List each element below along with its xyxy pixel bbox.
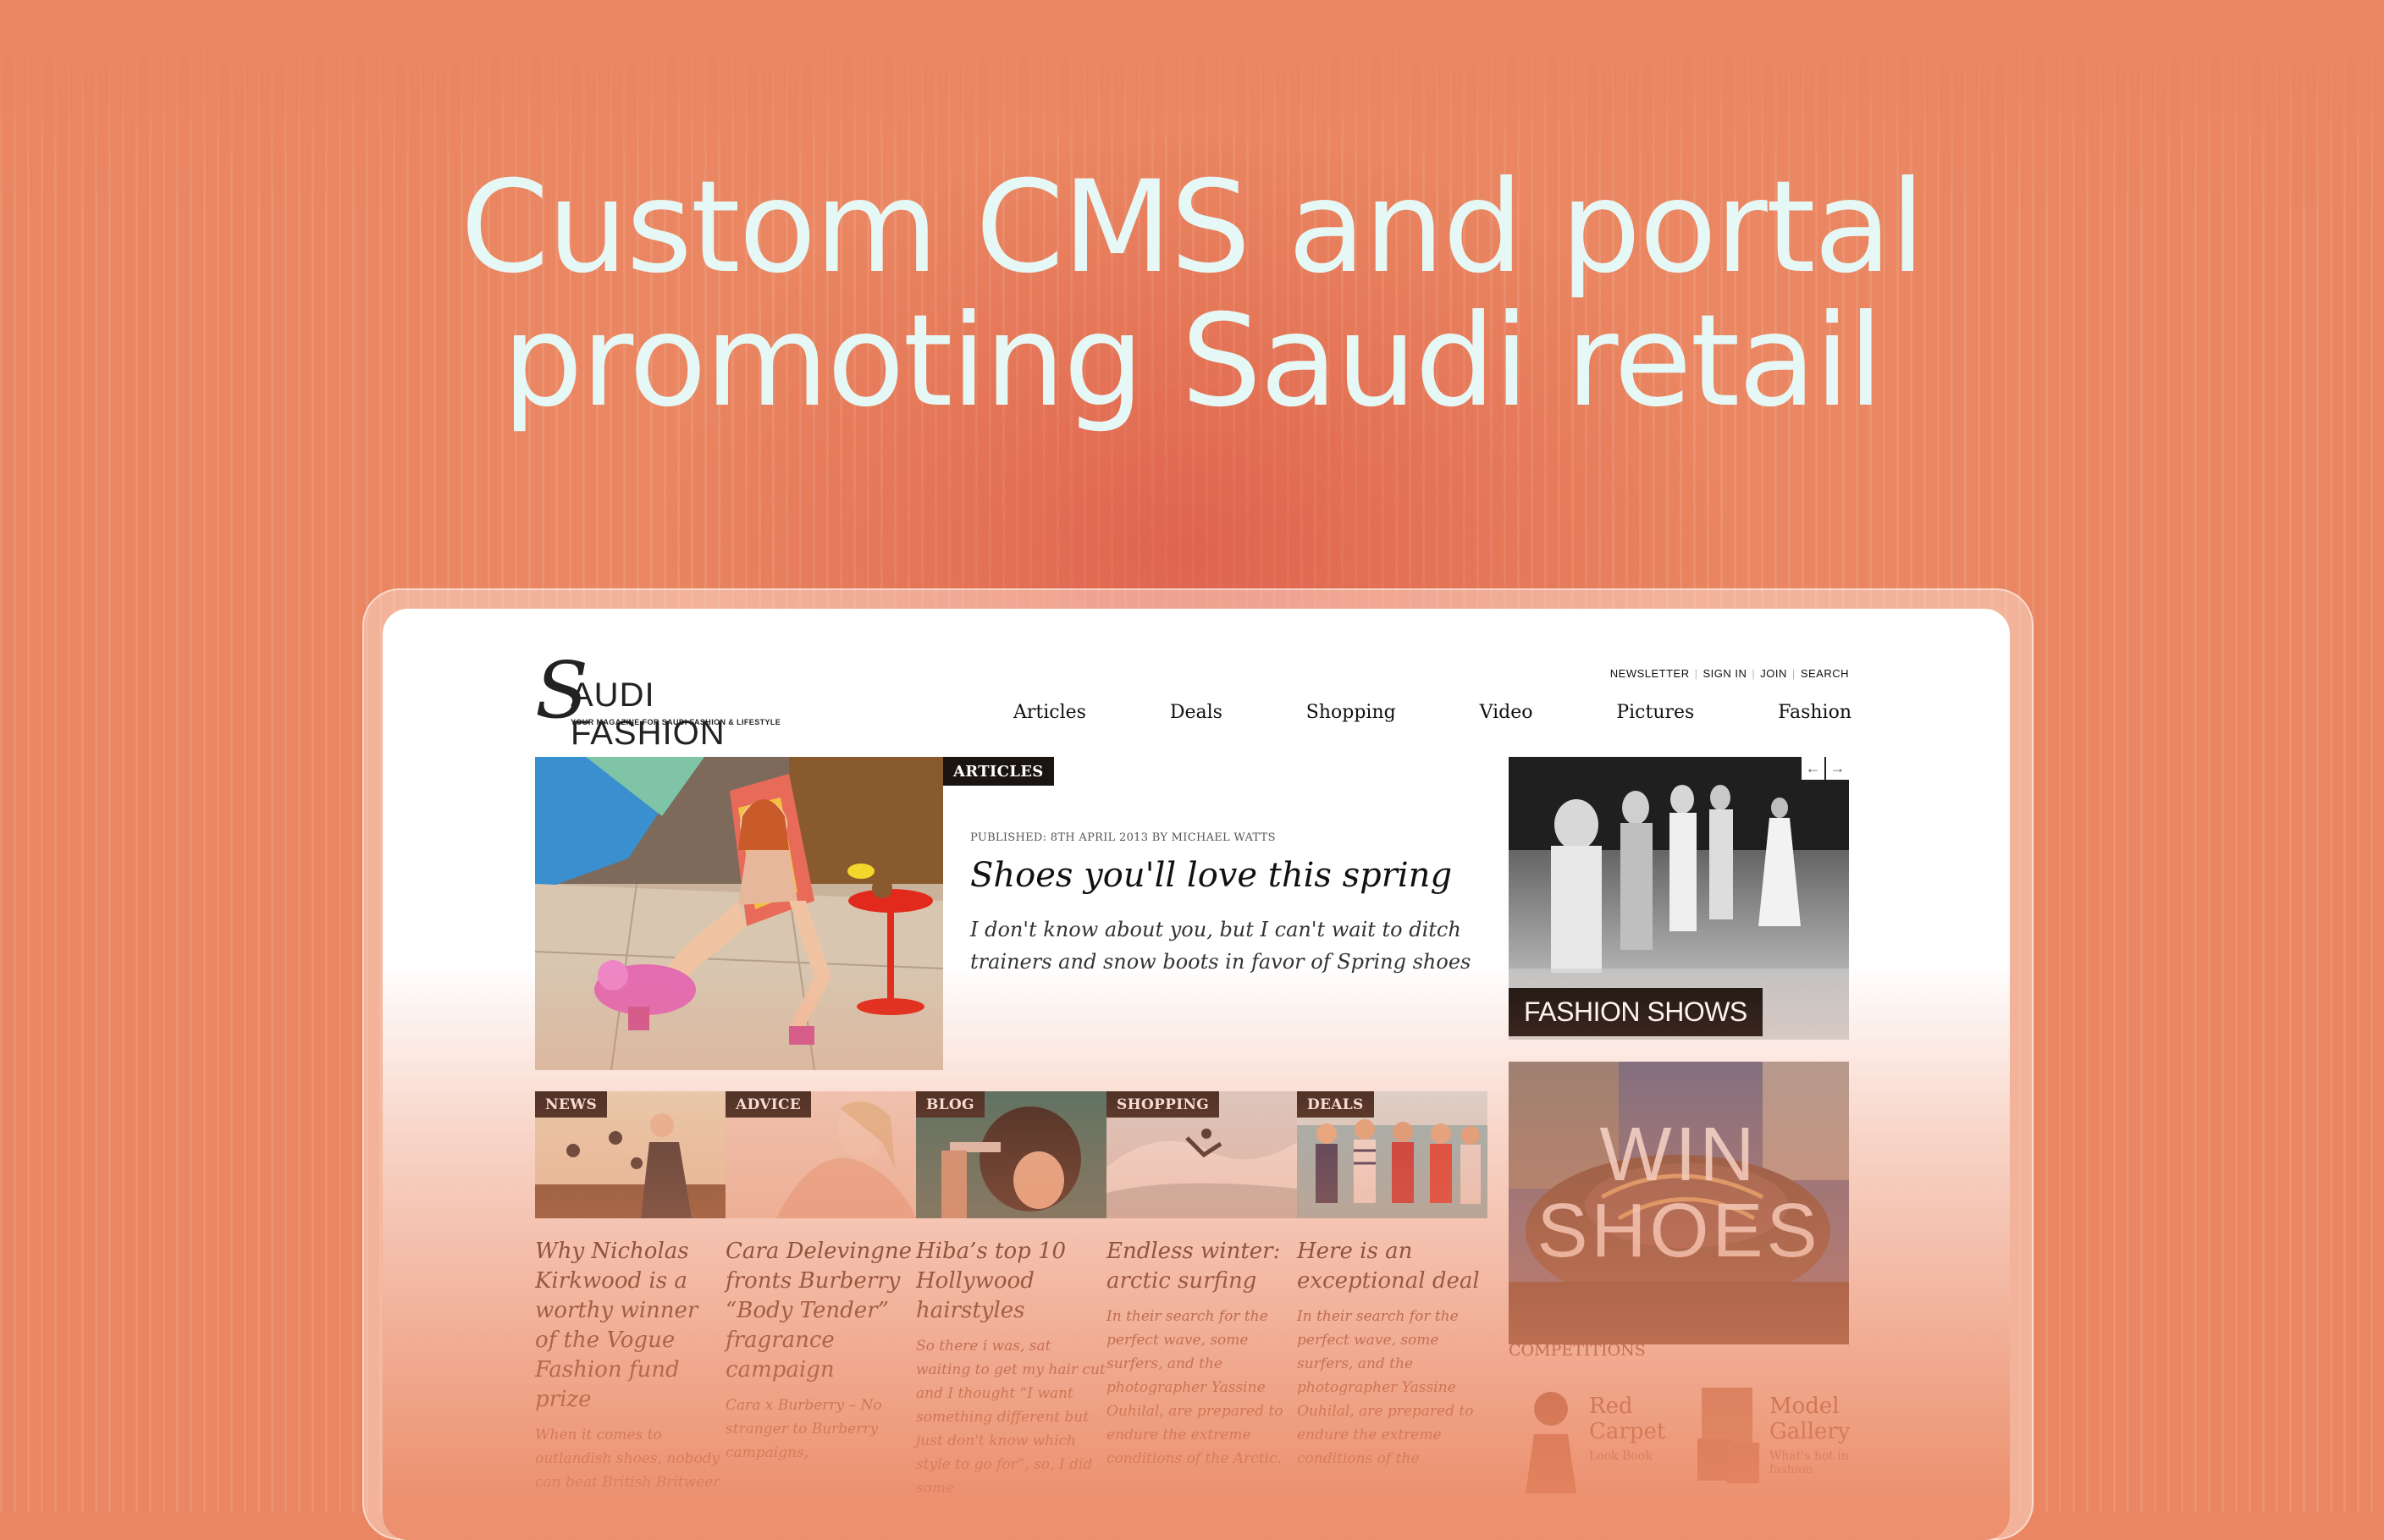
main-nav: Articles Deals Shopping Video Pictures F…	[1013, 702, 1851, 723]
red-carpet-title-line-2: Carpet	[1589, 1419, 1666, 1444]
join-link[interactable]: JOIN	[1760, 667, 1787, 680]
top-links: NEWSLETTER | SIGN IN | JOIN | SEARCH	[1610, 667, 1849, 680]
site-logo[interactable]: S AUDI FASHION YOUR MAGAZINE FOR SAUDI F…	[535, 652, 814, 753]
shopping-card[interactable]: SHOPPING Endless winter: arctic surfing …	[1106, 1091, 1297, 1471]
news-tag[interactable]: NEWS	[535, 1091, 608, 1118]
red-carpet-thumbnail	[1526, 1392, 1576, 1493]
hero-image[interactable]	[535, 757, 943, 1070]
blog-card-image: BLOG	[916, 1091, 1106, 1218]
headline-line-2: promoting Saudi retail	[502, 288, 1883, 435]
model-gallery-title-line-2: Gallery	[1769, 1419, 1851, 1444]
hero-title[interactable]: Shoes you'll love this spring	[970, 856, 1452, 895]
hero-published: PUBLISHED: 8TH APRIL 2013 BY MICHAEL WAT…	[970, 831, 1276, 844]
logo-tagline: YOUR MAGAZINE FOR SAUDI FASHION & LIFEST…	[571, 718, 781, 726]
model-gallery-thumbnail	[1697, 1388, 1759, 1483]
model-gallery-title: Model Gallery	[1769, 1394, 1850, 1444]
arrow-right-icon[interactable]: →	[1826, 757, 1849, 780]
win-line-2: SHOES	[1537, 1189, 1821, 1273]
shopping-card-title[interactable]: Endless winter: arctic surfing	[1106, 1237, 1297, 1296]
carousel-arrows: ← →	[1800, 757, 1849, 780]
deals-tag[interactable]: DEALS	[1297, 1091, 1374, 1118]
deals-card-image: DEALS	[1297, 1091, 1487, 1218]
logo-text: AUDI FASHION	[571, 676, 726, 752]
advice-card-image: ADVICE	[726, 1091, 916, 1218]
hero-photo-illustration	[535, 757, 943, 1070]
fashion-shows-panel[interactable]: ← → FASHION SHOWS	[1509, 757, 1849, 1040]
nav-item-video[interactable]: Video	[1480, 702, 1533, 723]
win-line-1: WIN	[1599, 1112, 1758, 1197]
nav-item-pictures[interactable]: Pictures	[1616, 702, 1694, 723]
nav-item-fashion[interactable]: Fashion	[1778, 702, 1851, 723]
deals-card-title[interactable]: Here is an exceptional deal	[1297, 1237, 1487, 1296]
news-card[interactable]: NEWS Why Nicholas Kirkwood is a worthy w…	[535, 1091, 726, 1494]
headline-line-1: Custom CMS and portal	[460, 154, 1925, 301]
win-shoes-text: WIN SHOES	[1509, 1117, 1849, 1269]
search-link[interactable]: SEARCH	[1801, 667, 1849, 680]
nav-item-shopping[interactable]: Shopping	[1306, 702, 1396, 723]
advice-card-summary: Cara x Burberry – No stranger to Burberr…	[726, 1397, 882, 1461]
deals-card[interactable]: DEALS Here is an exceptional deal In the…	[1297, 1091, 1487, 1471]
website-screenshot: S AUDI FASHION YOUR MAGAZINE FOR SAUDI F…	[383, 609, 2010, 1540]
hero-summary: I don't know about you, but I can't wait…	[970, 918, 1471, 974]
advice-card[interactable]: ADVICE Cara Delevingne fronts Burberry “…	[726, 1091, 916, 1465]
deals-card-summary: In their search for the perfect wave, so…	[1297, 1308, 1474, 1467]
news-card-image: NEWS	[535, 1091, 726, 1218]
advice-tag[interactable]: ADVICE	[726, 1091, 812, 1118]
win-shoes-panel[interactable]: WIN SHOES	[1509, 1062, 1849, 1344]
model-gallery-title-line-1: Model	[1769, 1394, 1840, 1419]
newsletter-link[interactable]: NEWSLETTER	[1610, 667, 1690, 680]
red-carpet-subtitle: Look Book	[1589, 1449, 1653, 1463]
red-carpet-title: Red Carpet	[1589, 1394, 1665, 1444]
separator: |	[1791, 667, 1796, 680]
fashion-shows-label: FASHION SHOWS	[1509, 988, 1763, 1036]
shopping-card-image: SHOPPING	[1106, 1091, 1297, 1218]
shopping-tag[interactable]: SHOPPING	[1106, 1091, 1220, 1118]
blog-card-title[interactable]: Hiba’s top 10 Hollywood hairstyles	[916, 1237, 1106, 1326]
news-card-summary: When it comes to outlandish shoes, nobod…	[535, 1427, 720, 1491]
arrow-left-icon[interactable]: ←	[1802, 757, 1824, 780]
red-carpet-title-line-1: Red	[1589, 1394, 1633, 1419]
sign-in-link[interactable]: SIGN IN	[1703, 667, 1747, 680]
blog-card[interactable]: BLOG Hiba’s top 10 Hollywood hairstyles …	[916, 1091, 1106, 1500]
blog-tag[interactable]: BLOG	[916, 1091, 985, 1118]
articles-tag[interactable]: ARTICLES	[943, 757, 1054, 786]
advice-card-title[interactable]: Cara Delevingne fronts Burberry “Body Te…	[726, 1237, 916, 1385]
news-card-title[interactable]: Why Nicholas Kirkwood is a worthy winner…	[535, 1237, 726, 1415]
model-gallery-link[interactable]: Model Gallery What's hot in fashion	[1693, 1383, 1854, 1493]
model-gallery-subtitle: What's hot in fashion	[1769, 1449, 1849, 1477]
nav-item-articles[interactable]: Articles	[1013, 702, 1086, 723]
separator: |	[1694, 667, 1698, 680]
competitions-label[interactable]: COMPETITIONS	[1509, 1341, 1646, 1360]
shopping-card-summary: In their search for the perfect wave, so…	[1106, 1308, 1283, 1467]
nav-item-deals[interactable]: Deals	[1170, 702, 1222, 723]
red-carpet-link[interactable]: Red Carpet Look Book	[1513, 1383, 1674, 1493]
blog-card-summary: So there i was, sat waiting to get my ha…	[916, 1338, 1106, 1497]
separator: |	[1752, 667, 1756, 680]
page-headline: Custom CMS and portal promoting Saudi re…	[0, 161, 2384, 428]
